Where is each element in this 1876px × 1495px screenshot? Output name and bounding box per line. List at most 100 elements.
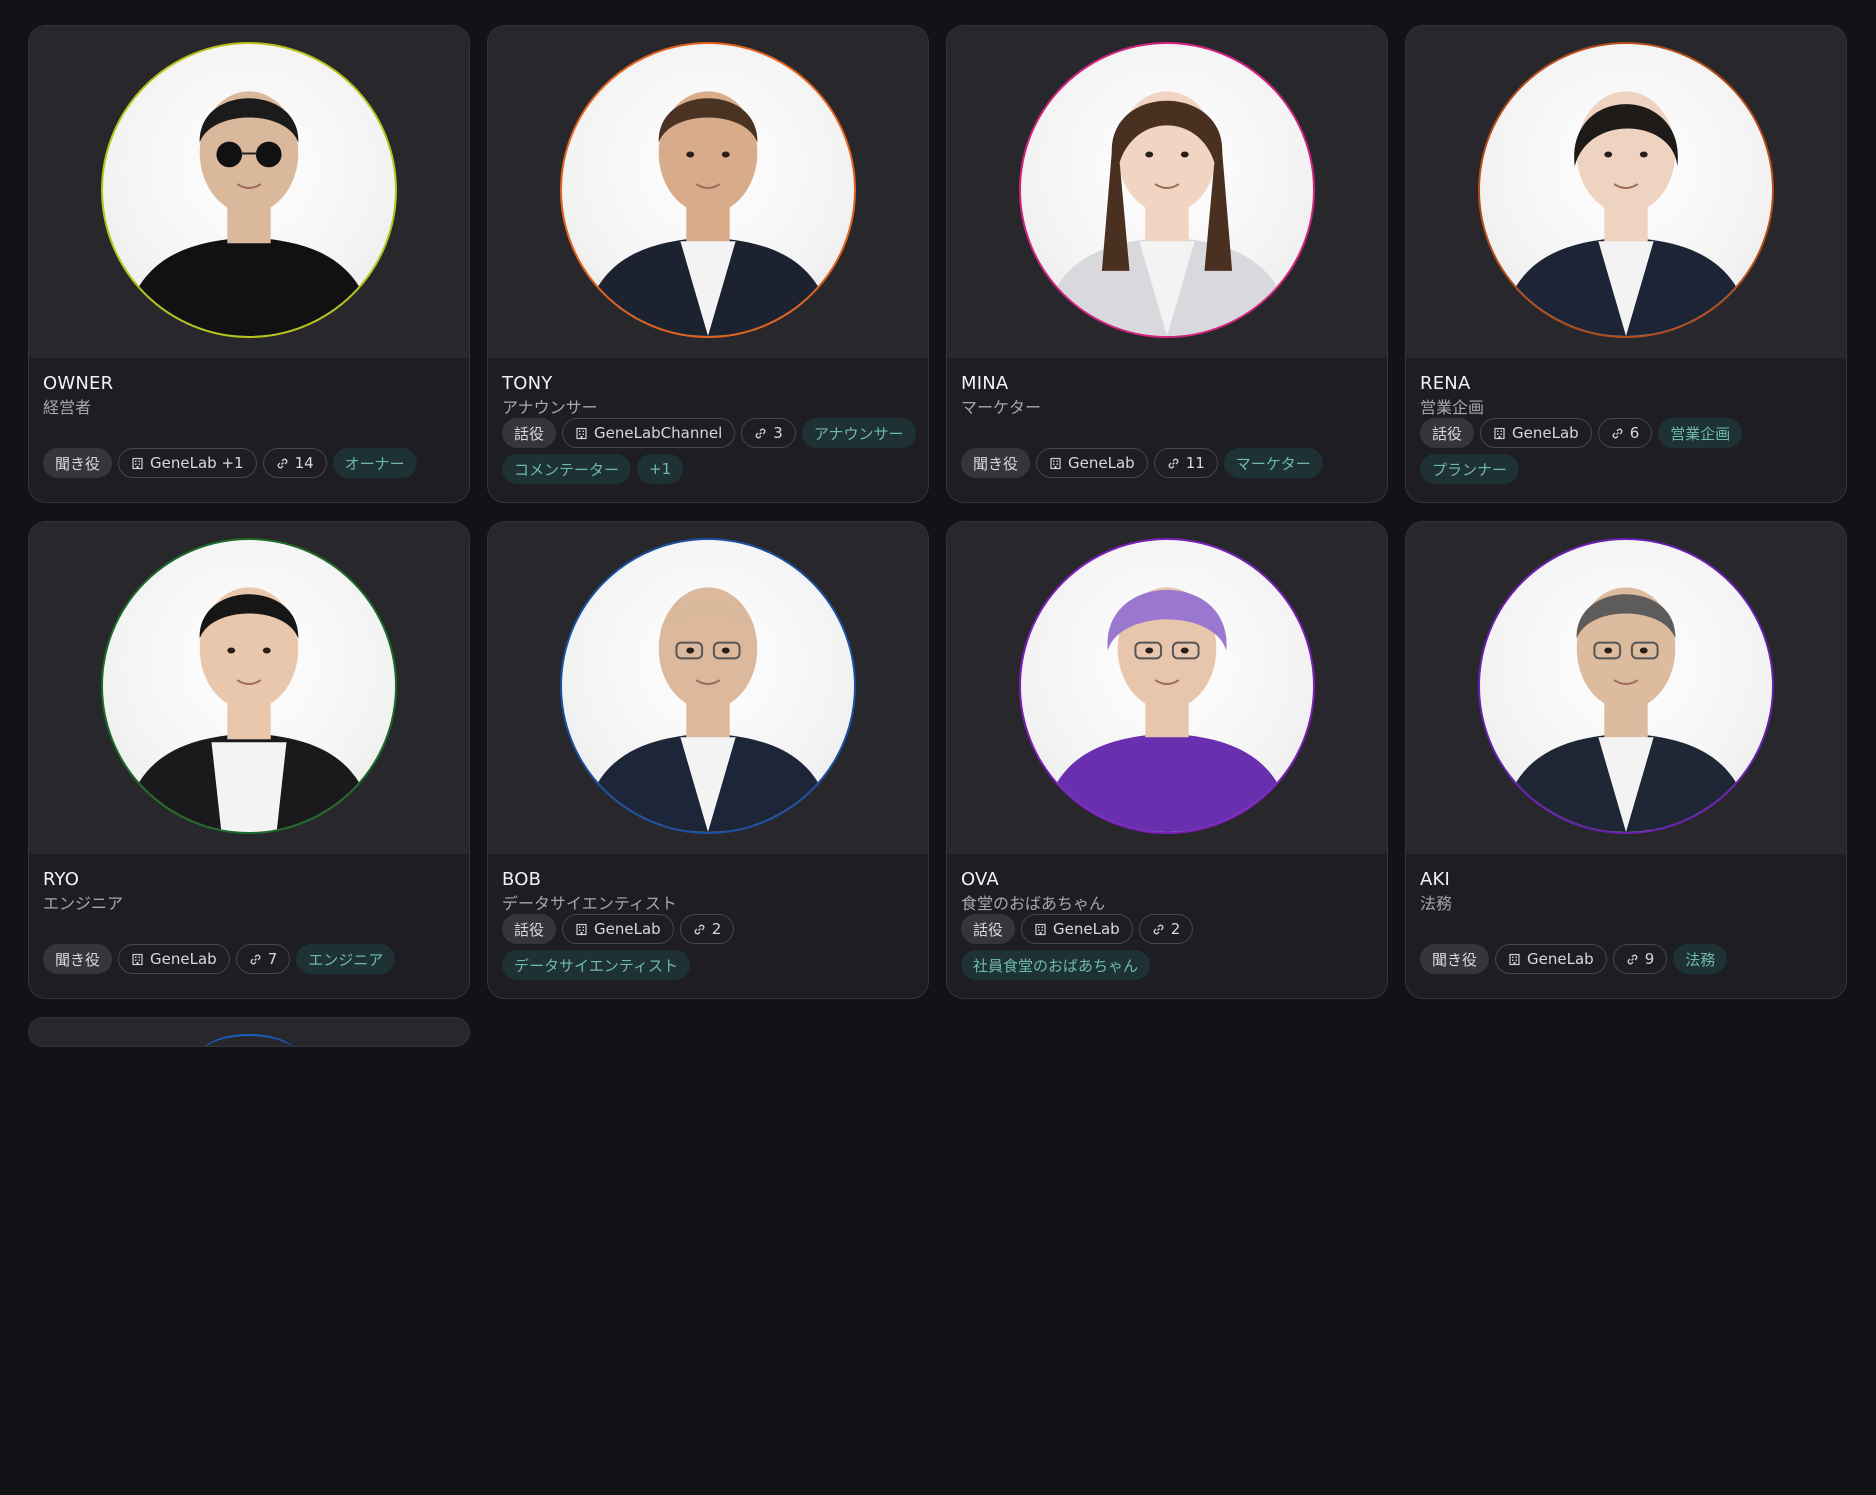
building-icon [131,457,144,470]
link-count-chip: 2 [1138,914,1194,944]
organization-chip: GeneLab [118,944,230,974]
persona-card[interactable]: BOB データサイエンティスト 話役 GeneLab 2 データサイエンティスト [487,521,929,999]
tag-chip-label: エンジニア [308,950,384,969]
organization-chip: GeneLab [1480,418,1592,448]
chip-row: 話役 GeneLab 2 データサイエンティスト [502,914,918,986]
persona-name: TONY [502,373,553,394]
persona-card[interactable]: AKI 法務 聞き役 GeneLab 9 法務 [1405,521,1847,999]
portrait-illustration [122,587,376,832]
persona-name: RENA [1420,373,1471,394]
link-icon [1611,427,1624,440]
building-icon [1508,953,1521,966]
mode-badge: 聞き役 [43,944,113,974]
persona-name: BOB [502,869,542,890]
persona-card[interactable]: OWNER 経営者聞き役 GeneLab +1 14 オーナー [28,25,470,503]
mode-badge-label: 話役 [973,920,1004,939]
persona-card-partial[interactable] [28,1017,470,1047]
persona-role: データサイエンティスト [502,894,677,913]
link-icon [249,953,262,966]
avatar [1019,538,1315,834]
chip-row: 話役 GeneLabChannel 3 アナウンサー コメンテーター +1 [502,418,918,490]
building-icon [1034,923,1047,936]
mode-badge: 話役 [1420,418,1475,448]
chip-row: 話役 GeneLab 2 社員食堂のおばあちゃん [961,914,1377,986]
persona-info: RYO エンジニア 聞き役 GeneLab 7 エンジニア [29,854,469,998]
tag-chip-label: 営業企画 [1670,424,1731,443]
portrait-illustration [581,91,835,336]
persona-info: RENA 営業企画 話役 GeneLab 6 営業企画 プランナー [1406,358,1846,502]
portrait-area [29,522,469,854]
tag-chip-label: 法務 [1685,950,1716,969]
persona-card[interactable]: RENA 営業企画 話役 GeneLab 6 営業企画 プランナー [1405,25,1847,503]
building-icon [575,427,588,440]
tag-chip: プランナー [1420,454,1520,484]
mode-badge-label: 話役 [514,424,545,443]
link-count-chip-label: 3 [773,424,783,442]
chip-row: 聞き役 GeneLab 11 マーケター [961,448,1377,480]
avatar [1478,538,1774,834]
organization-chip-label: GeneLab [1527,950,1594,968]
link-count-chip-label: 11 [1185,454,1205,472]
persona-role: 経営者 [43,398,92,417]
portrait-area [488,522,928,854]
mode-badge-label: 聞き役 [973,454,1019,473]
organization-chip: GeneLab +1 [118,448,257,478]
persona-name: AKI [1420,869,1451,890]
link-icon [1626,953,1639,966]
link-count-chip: 7 [235,944,291,974]
tag-chip-label: オーナー [344,454,405,473]
avatar [101,42,397,338]
building-icon [131,953,144,966]
persona-card[interactable]: MINA マーケター 聞き役 GeneLab 11 マーケター [946,25,1388,503]
link-count-chip: 2 [679,914,735,944]
mode-badge-label: 話役 [514,920,545,939]
persona-name: OWNER [43,373,114,394]
organization-chip-label: GeneLab [150,950,217,968]
portrait-area [1406,522,1846,854]
link-count-chip: 14 [262,448,327,478]
link-count-chip-label: 6 [1629,424,1640,442]
mode-badge: 聞き役 [43,448,113,478]
persona-card[interactable]: OVA 食堂のおばあちゃん話役 GeneLab 2 社員食堂のおばあちゃん [946,521,1388,999]
link-count-chip: 6 [1597,418,1653,448]
persona-name: RYO [43,869,80,890]
tag-chip: データサイエンティスト [502,950,690,980]
persona-role: 食堂のおばあちゃん [961,894,1106,913]
chip-row: 聞き役 GeneLab 9 法務 [1420,944,1836,976]
persona-info: OWNER 経営者聞き役 GeneLab +1 14 オーナー [29,358,469,502]
tag-chip-label: データサイエンティスト [514,956,678,975]
tag-chip: コメンテーター [502,454,632,484]
persona-card[interactable]: RYO エンジニア 聞き役 GeneLab 7 エンジニア [28,521,470,999]
persona-card[interactable]: TONY アナウンサー 話役 GeneLabChannel 3 アナウンサー コメンテーター… [487,25,929,503]
portrait-illustration [122,91,376,336]
avatar [560,42,856,338]
mode-badge-label: 話役 [1432,424,1463,443]
avatar [101,538,397,834]
persona-role: 営業企画 [1420,398,1485,417]
link-count-chip: 9 [1612,944,1668,974]
portrait-area [29,26,469,358]
persona-info: BOB データサイエンティスト 話役 GeneLab 2 データサイエンティスト [488,854,928,998]
link-count-chip-label: 14 [294,454,314,472]
portrait-illustration [581,587,835,832]
persona-name: OVA [961,869,999,890]
persona-role: エンジニア [43,894,124,913]
link-icon [1152,923,1165,936]
link-count-chip: 3 [741,418,796,448]
link-count-chip-label: 9 [1644,950,1655,968]
link-count-chip: 11 [1153,448,1218,478]
avatar [560,538,856,834]
organization-chip-label: GeneLab [1053,920,1120,938]
persona-grid: OWNER 経営者 聞き役 GeneLab +1 14 オーナー TONY アナウンサー 話役 G… [28,25,1847,1495]
mode-badge: 聞き役 [1420,944,1490,974]
mode-badge-label: 聞き役 [1432,950,1478,969]
organization-chip: GeneLab [1036,448,1148,478]
tag-chip: 社員食堂のおばあちゃん [961,950,1151,980]
link-icon [276,457,289,470]
tag-chip: オーナー [332,448,417,478]
link-icon [754,427,767,440]
tag-chip: エンジニア [296,944,396,974]
link-count-chip-label: 7 [267,950,278,968]
mode-badge: 話役 [502,418,557,448]
persona-name: MINA [961,373,1009,394]
